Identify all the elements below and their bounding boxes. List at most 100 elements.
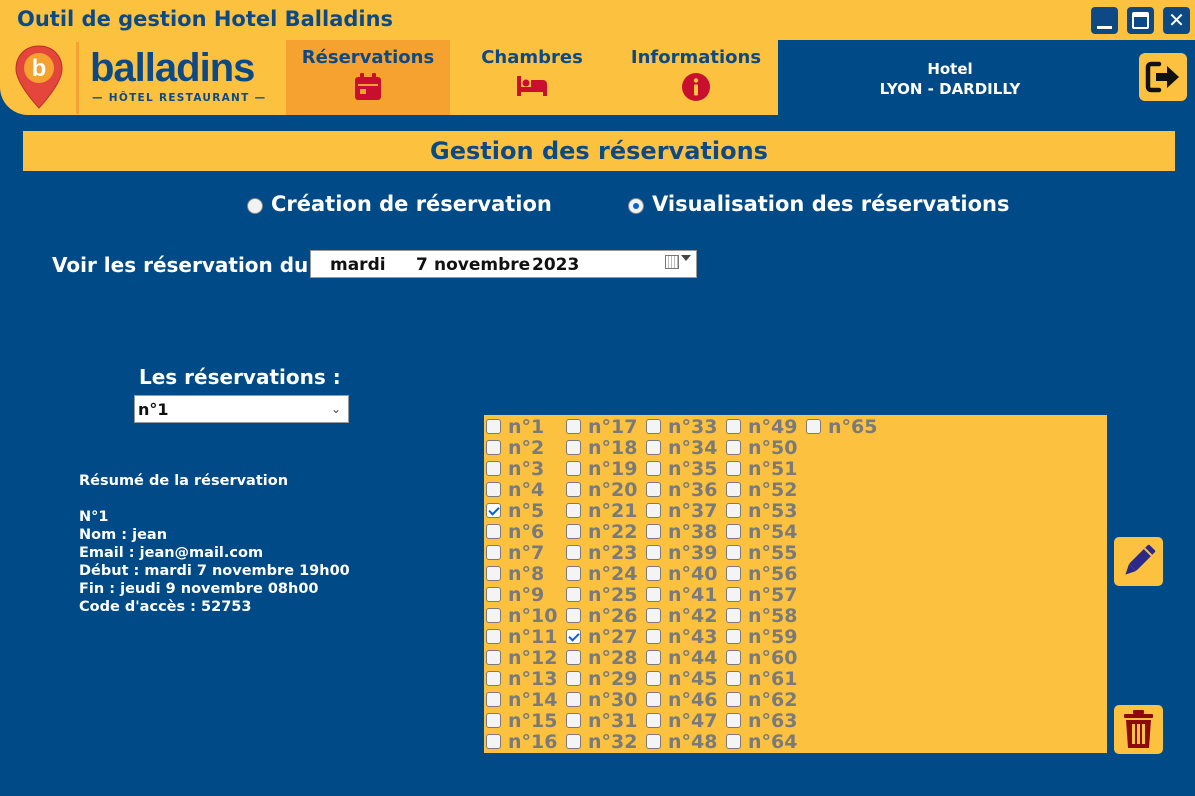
room-checkbox[interactable]	[646, 587, 661, 602]
logout-button[interactable]	[1139, 53, 1187, 101]
room-checkbox[interactable]	[726, 671, 741, 686]
room-checkbox[interactable]	[486, 482, 501, 497]
window-title: Outil de gestion Hotel Balladins	[17, 7, 394, 31]
room-label: n°13	[508, 668, 558, 690]
room-checkbox[interactable]	[726, 440, 741, 455]
room-label: n°42	[668, 605, 718, 627]
tab-reservations[interactable]: Réservations	[286, 40, 450, 115]
room-checkbox[interactable]	[646, 545, 661, 560]
room-checkbox[interactable]	[566, 503, 581, 518]
room-checkbox[interactable]	[486, 461, 501, 476]
room-checkbox[interactable]	[486, 503, 501, 518]
room-checkbox[interactable]	[486, 587, 501, 602]
room-checkbox[interactable]	[726, 629, 741, 644]
room-checkbox[interactable]	[486, 671, 501, 686]
room-checkbox[interactable]	[566, 419, 581, 434]
room-checkbox[interactable]	[566, 482, 581, 497]
room-checkbox[interactable]	[646, 461, 661, 476]
summary-code: Code d'accès : 52753	[79, 599, 252, 615]
room-checkbox[interactable]	[646, 503, 661, 518]
room-checkbox[interactable]	[646, 671, 661, 686]
room-checkbox[interactable]	[646, 692, 661, 707]
dropdown-arrow-icon[interactable]	[681, 255, 691, 261]
room-checkbox[interactable]	[646, 608, 661, 623]
room-checkbox[interactable]	[486, 566, 501, 581]
room-checkbox[interactable]	[726, 650, 741, 665]
room-checkbox[interactable]	[646, 482, 661, 497]
room-checkbox[interactable]	[646, 629, 661, 644]
room-checkbox[interactable]	[566, 713, 581, 728]
room-label: n°60	[748, 647, 798, 669]
room-checkbox[interactable]	[566, 461, 581, 476]
hotel-name: LYON - DARDILLY	[879, 80, 1021, 98]
tab-informations[interactable]: Informations	[614, 40, 778, 115]
room-checkbox[interactable]	[566, 692, 581, 707]
room-checkbox[interactable]	[566, 734, 581, 749]
room-checkbox[interactable]	[726, 482, 741, 497]
room-checkbox[interactable]	[566, 566, 581, 581]
tab-chambres[interactable]: Chambres	[450, 40, 614, 115]
room-checkbox[interactable]	[486, 440, 501, 455]
room-checkbox[interactable]	[566, 524, 581, 539]
room-label: n°39	[668, 542, 718, 564]
room-checkbox[interactable]	[726, 734, 741, 749]
room-checkbox[interactable]	[726, 587, 741, 602]
room-checkbox[interactable]	[726, 713, 741, 728]
room-checkbox[interactable]	[566, 545, 581, 560]
room-label: n°10	[508, 605, 558, 627]
summary-end: Fin : jeudi 9 novembre 08h00	[79, 581, 319, 597]
delete-button[interactable]	[1114, 705, 1163, 754]
radio-circle-selected[interactable]	[628, 198, 644, 214]
room-checkbox[interactable]	[486, 629, 501, 644]
room-checkbox[interactable]	[646, 713, 661, 728]
room-checkbox[interactable]	[486, 419, 501, 434]
room-checkbox[interactable]	[806, 419, 821, 434]
room-label: n°33	[668, 416, 718, 438]
room-checkbox[interactable]	[726, 608, 741, 623]
room-checkbox[interactable]	[726, 503, 741, 518]
room-checkbox[interactable]	[726, 545, 741, 560]
room-checkbox[interactable]	[486, 692, 501, 707]
room-checkbox[interactable]	[486, 734, 501, 749]
room-checkbox[interactable]	[726, 692, 741, 707]
radio-create-reservation[interactable]: Création de réservation	[247, 192, 567, 220]
room-checkbox[interactable]	[486, 545, 501, 560]
room-checkbox[interactable]	[646, 650, 661, 665]
room-label: n°58	[748, 605, 798, 627]
calendar-picker-icon[interactable]	[665, 255, 679, 269]
reservation-select[interactable]: n°1 ⌄	[134, 395, 349, 423]
room-checkbox[interactable]	[726, 461, 741, 476]
room-checkbox[interactable]	[646, 524, 661, 539]
minimize-button[interactable]	[1091, 7, 1118, 34]
svg-text:b: b	[32, 55, 47, 82]
room-checkbox[interactable]	[566, 650, 581, 665]
edit-button[interactable]	[1114, 537, 1163, 586]
radio-circle[interactable]	[247, 198, 263, 214]
room-checkbox[interactable]	[486, 713, 501, 728]
room-checkbox[interactable]	[726, 566, 741, 581]
room-checkbox[interactable]	[566, 440, 581, 455]
room-checkbox[interactable]	[646, 734, 661, 749]
room-checkbox[interactable]	[726, 524, 741, 539]
room-checkbox[interactable]	[646, 419, 661, 434]
room-checkbox[interactable]	[486, 524, 501, 539]
room-checkbox[interactable]	[486, 650, 501, 665]
room-checkbox[interactable]	[486, 608, 501, 623]
room-checkbox[interactable]	[646, 440, 661, 455]
date-picker[interactable]: mardi 7 novembre 2023	[310, 250, 697, 278]
room-checkbox[interactable]	[566, 671, 581, 686]
room-label: n°65	[828, 416, 878, 438]
room-checkbox[interactable]	[566, 629, 581, 644]
room-checkbox[interactable]	[566, 587, 581, 602]
room-checkbox[interactable]	[646, 566, 661, 581]
room-label: n°49	[748, 416, 798, 438]
room-checkbox[interactable]	[566, 608, 581, 623]
radio-view-reservations[interactable]: Visualisation des réservations	[628, 192, 1018, 220]
maximize-button[interactable]	[1127, 7, 1154, 34]
logout-icon	[1145, 61, 1179, 93]
room-checkbox[interactable]	[726, 419, 741, 434]
reservation-select-value: n°1	[138, 400, 169, 419]
hotel-info: Hotel LYON - DARDILLY	[840, 59, 1060, 99]
close-button[interactable]: ✕	[1163, 7, 1190, 34]
room-label: n°47	[668, 710, 718, 732]
